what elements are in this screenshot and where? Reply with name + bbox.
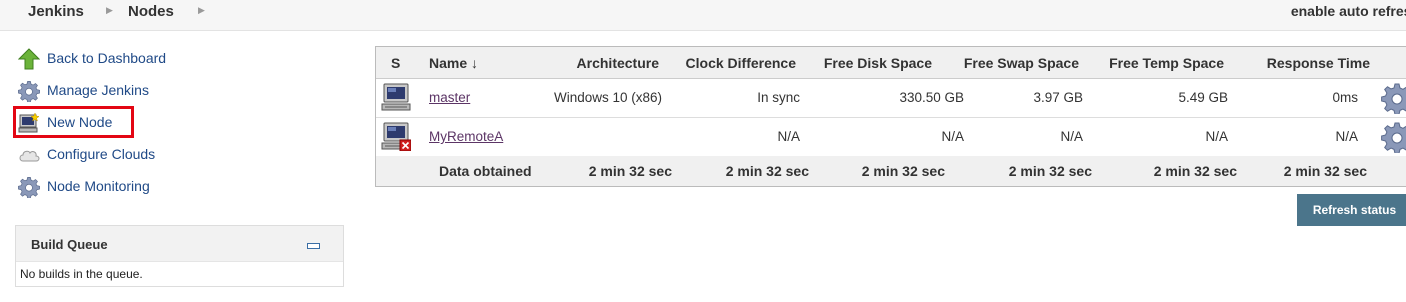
table-footer-row: Data obtained 2 min 32 sec 2 min 32 sec … [376,156,1406,186]
cell-temp: 5.49 GB [1178,90,1228,105]
computer-online-icon [381,83,411,111]
cell-swap: N/A [1060,129,1083,144]
configure-gear-icon[interactable] [1381,121,1406,153]
cell-architecture: Windows 10 (x86) [553,90,662,105]
data-obtained-value: 2 min 32 sec [1153,163,1237,179]
cell-response: N/A [1335,129,1358,144]
col-architecture[interactable]: Architecture [566,55,659,71]
new-node-highlight-box [13,106,134,138]
col-free-swap-space[interactable]: Free Swap Space [956,55,1079,71]
task-label: Node Monitoring [47,178,150,194]
computer-offline-icon [381,122,411,151]
enable-auto-refresh-link[interactable]: enable auto refresh [1291,3,1406,19]
breadcrumb-arrow-icon[interactable]: ▶ [198,5,205,16]
collapse-icon[interactable] [307,243,320,249]
build-queue-empty-text: No builds in the queue. [20,267,143,281]
task-configure-clouds[interactable]: Configure Clouds [18,143,338,167]
col-free-disk-space[interactable]: Free Disk Space [816,55,932,71]
node-link-master[interactable]: master [429,90,470,105]
cell-temp: N/A [1205,129,1228,144]
cell-response: 0ms [1332,90,1358,105]
data-obtained-label: Data obtained [439,163,532,179]
cell-clock: In sync [757,90,800,105]
breadcrumb-jenkins[interactable]: Jenkins [28,3,84,20]
col-response-time[interactable]: Response Time [1246,55,1370,71]
breadcrumb-nodes[interactable]: Nodes [128,3,174,20]
up-arrow-icon [18,48,40,70]
col-name[interactable]: Name ↓ [429,55,478,71]
task-manage-jenkins[interactable]: Manage Jenkins [18,79,338,103]
build-queue-title: Build Queue [31,237,108,252]
gear-icon [18,177,40,198]
col-free-temp-space[interactable]: Free Temp Space [1096,55,1224,71]
nodes-table: S Name ↓ Architecture Clock Difference F… [375,46,1406,187]
col-status[interactable]: S [391,55,400,71]
configure-gear-icon[interactable] [1381,82,1406,114]
col-clock-difference[interactable]: Clock Difference [676,55,796,71]
build-queue-header: Build Queue [16,226,343,262]
cloud-icon [19,150,40,162]
cell-clock: N/A [777,129,800,144]
data-obtained-value: 2 min 32 sec [1283,163,1367,179]
breadcrumb-bar: Jenkins ▶ Nodes ▶ enable auto refresh [0,0,1406,31]
task-label: Configure Clouds [47,146,156,162]
data-obtained-value: 2 min 32 sec [1008,163,1092,179]
table-row: master Windows 10 (x86) In sync 330.50 G… [376,78,1406,118]
node-link-myremotea[interactable]: MyRemoteA [429,129,503,144]
table-header-row: S Name ↓ Architecture Clock Difference F… [376,47,1406,79]
data-obtained-value: 2 min 32 sec [861,163,945,179]
task-back-to-dashboard[interactable]: Back to Dashboard [18,47,338,71]
table-row: MyRemoteA N/A N/A N/A N/A N/A [376,117,1406,157]
gear-icon [18,81,40,102]
cell-swap: 3.97 GB [1033,90,1083,105]
cell-disk: N/A [941,129,964,144]
task-node-monitoring[interactable]: Node Monitoring [18,175,338,199]
refresh-status-button[interactable]: Refresh status [1297,194,1406,226]
data-obtained-value: 2 min 32 sec [725,163,809,179]
breadcrumb-arrow-icon[interactable]: ▶ [106,5,113,16]
build-queue-panel: Build Queue No builds in the queue. [15,225,344,287]
task-label: Manage Jenkins [47,82,149,98]
data-obtained-value: 2 min 32 sec [588,163,672,179]
task-label: Back to Dashboard [47,50,167,66]
cell-disk: 330.50 GB [899,90,964,105]
